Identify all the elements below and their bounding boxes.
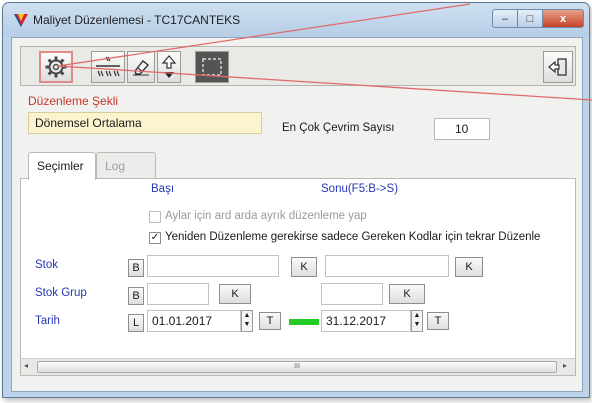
stok-grup-end-input[interactable] <box>321 283 383 305</box>
scroll-left-arrow-icon[interactable]: ◂ <box>24 361 28 370</box>
stok-start-input[interactable] <box>147 255 279 277</box>
close-button[interactable]: x <box>542 9 584 28</box>
tab-secimler[interactable]: Seçimler <box>28 152 96 180</box>
stok-end-input[interactable] <box>325 255 449 277</box>
window-title: Maliyet Düzenlemesi - TC17CANTEKS <box>33 13 241 27</box>
max-cycle-field[interactable]: 10 <box>434 118 490 140</box>
app-logo-icon <box>14 14 28 27</box>
minimize-button[interactable]: – <box>492 9 518 28</box>
toolbar <box>20 46 576 86</box>
up-arrow-icon <box>161 55 177 78</box>
settings-button[interactable] <box>39 51 73 83</box>
tarih-l-button[interactable]: L <box>128 314 144 332</box>
monthly-checkbox-label: Aylar için ard arda ayrık düzenleme yap <box>165 210 367 222</box>
max-cycle-label: En Çok Çevrim Sayısı <box>282 122 395 134</box>
start-date-spinner[interactable]: ▲ ▼ <box>241 310 253 332</box>
method-label: Düzenleme Şekli <box>28 94 119 108</box>
window: Maliyet Düzenlemesi - TC17CANTEKS – □ x <box>2 2 590 398</box>
selections-panel: Başı Sonu(F5:B->S) Aylar için ard arda a… <box>20 178 576 376</box>
stok-grup-label: Stok Grup <box>35 287 87 299</box>
scheme-icon <box>96 56 120 77</box>
stok-grup-b-button[interactable]: B <box>128 287 144 305</box>
reprocess-checkbox-label: Yeniden Düzenleme gerekirse sadece Gerek… <box>165 231 541 243</box>
stok-grup-start-input[interactable] <box>147 283 209 305</box>
exit-icon <box>548 58 567 76</box>
maximize-button[interactable]: □ <box>517 9 543 28</box>
stok-grup-k-end-button[interactable]: K <box>389 284 425 304</box>
date-range-bar <box>289 319 319 325</box>
horizontal-scrollbar[interactable]: ◂ III ▸ <box>21 358 575 375</box>
scroll-thumb[interactable]: III <box>37 361 557 373</box>
end-header: Sonu(F5:B->S) <box>321 183 399 195</box>
stok-k-start-button[interactable]: K <box>291 257 317 277</box>
monthly-checkbox[interactable] <box>149 211 161 223</box>
reprocess-checkbox[interactable]: ✓ <box>149 232 161 244</box>
move-up-button[interactable] <box>157 51 181 83</box>
method-field[interactable]: Dönemsel Ortalama <box>28 112 262 134</box>
exit-button[interactable] <box>543 51 573 83</box>
stok-label: Stok <box>35 259 59 271</box>
title-bar[interactable]: Maliyet Düzenlemesi - TC17CANTEKS – □ x <box>3 3 589 37</box>
client-area: Düzenleme Şekli Dönemsel Ortalama En Çok… <box>11 37 583 392</box>
stok-b-button[interactable]: B <box>128 259 144 277</box>
start-date-t-button[interactable]: T <box>259 312 281 330</box>
tab-log[interactable]: Log <box>96 152 156 178</box>
select-button[interactable] <box>195 51 229 83</box>
gear-icon <box>45 56 67 78</box>
tarih-label: Tarih <box>35 315 60 327</box>
stok-grup-k-start-button[interactable]: K <box>219 284 251 304</box>
start-header: Başı <box>151 183 175 195</box>
stok-k-end-button[interactable]: K <box>455 257 483 277</box>
end-date-input[interactable]: 31.12.2017 <box>321 310 411 332</box>
scheme-button[interactable] <box>91 51 125 83</box>
eraser-icon <box>133 60 150 76</box>
start-date-input[interactable]: 01.01.2017 <box>147 310 241 332</box>
scroll-right-arrow-icon[interactable]: ▸ <box>563 361 567 370</box>
erase-button[interactable] <box>127 51 155 83</box>
selection-icon <box>202 58 222 76</box>
end-date-t-button[interactable]: T <box>427 312 449 330</box>
end-date-spinner[interactable]: ▲ ▼ <box>411 310 423 332</box>
